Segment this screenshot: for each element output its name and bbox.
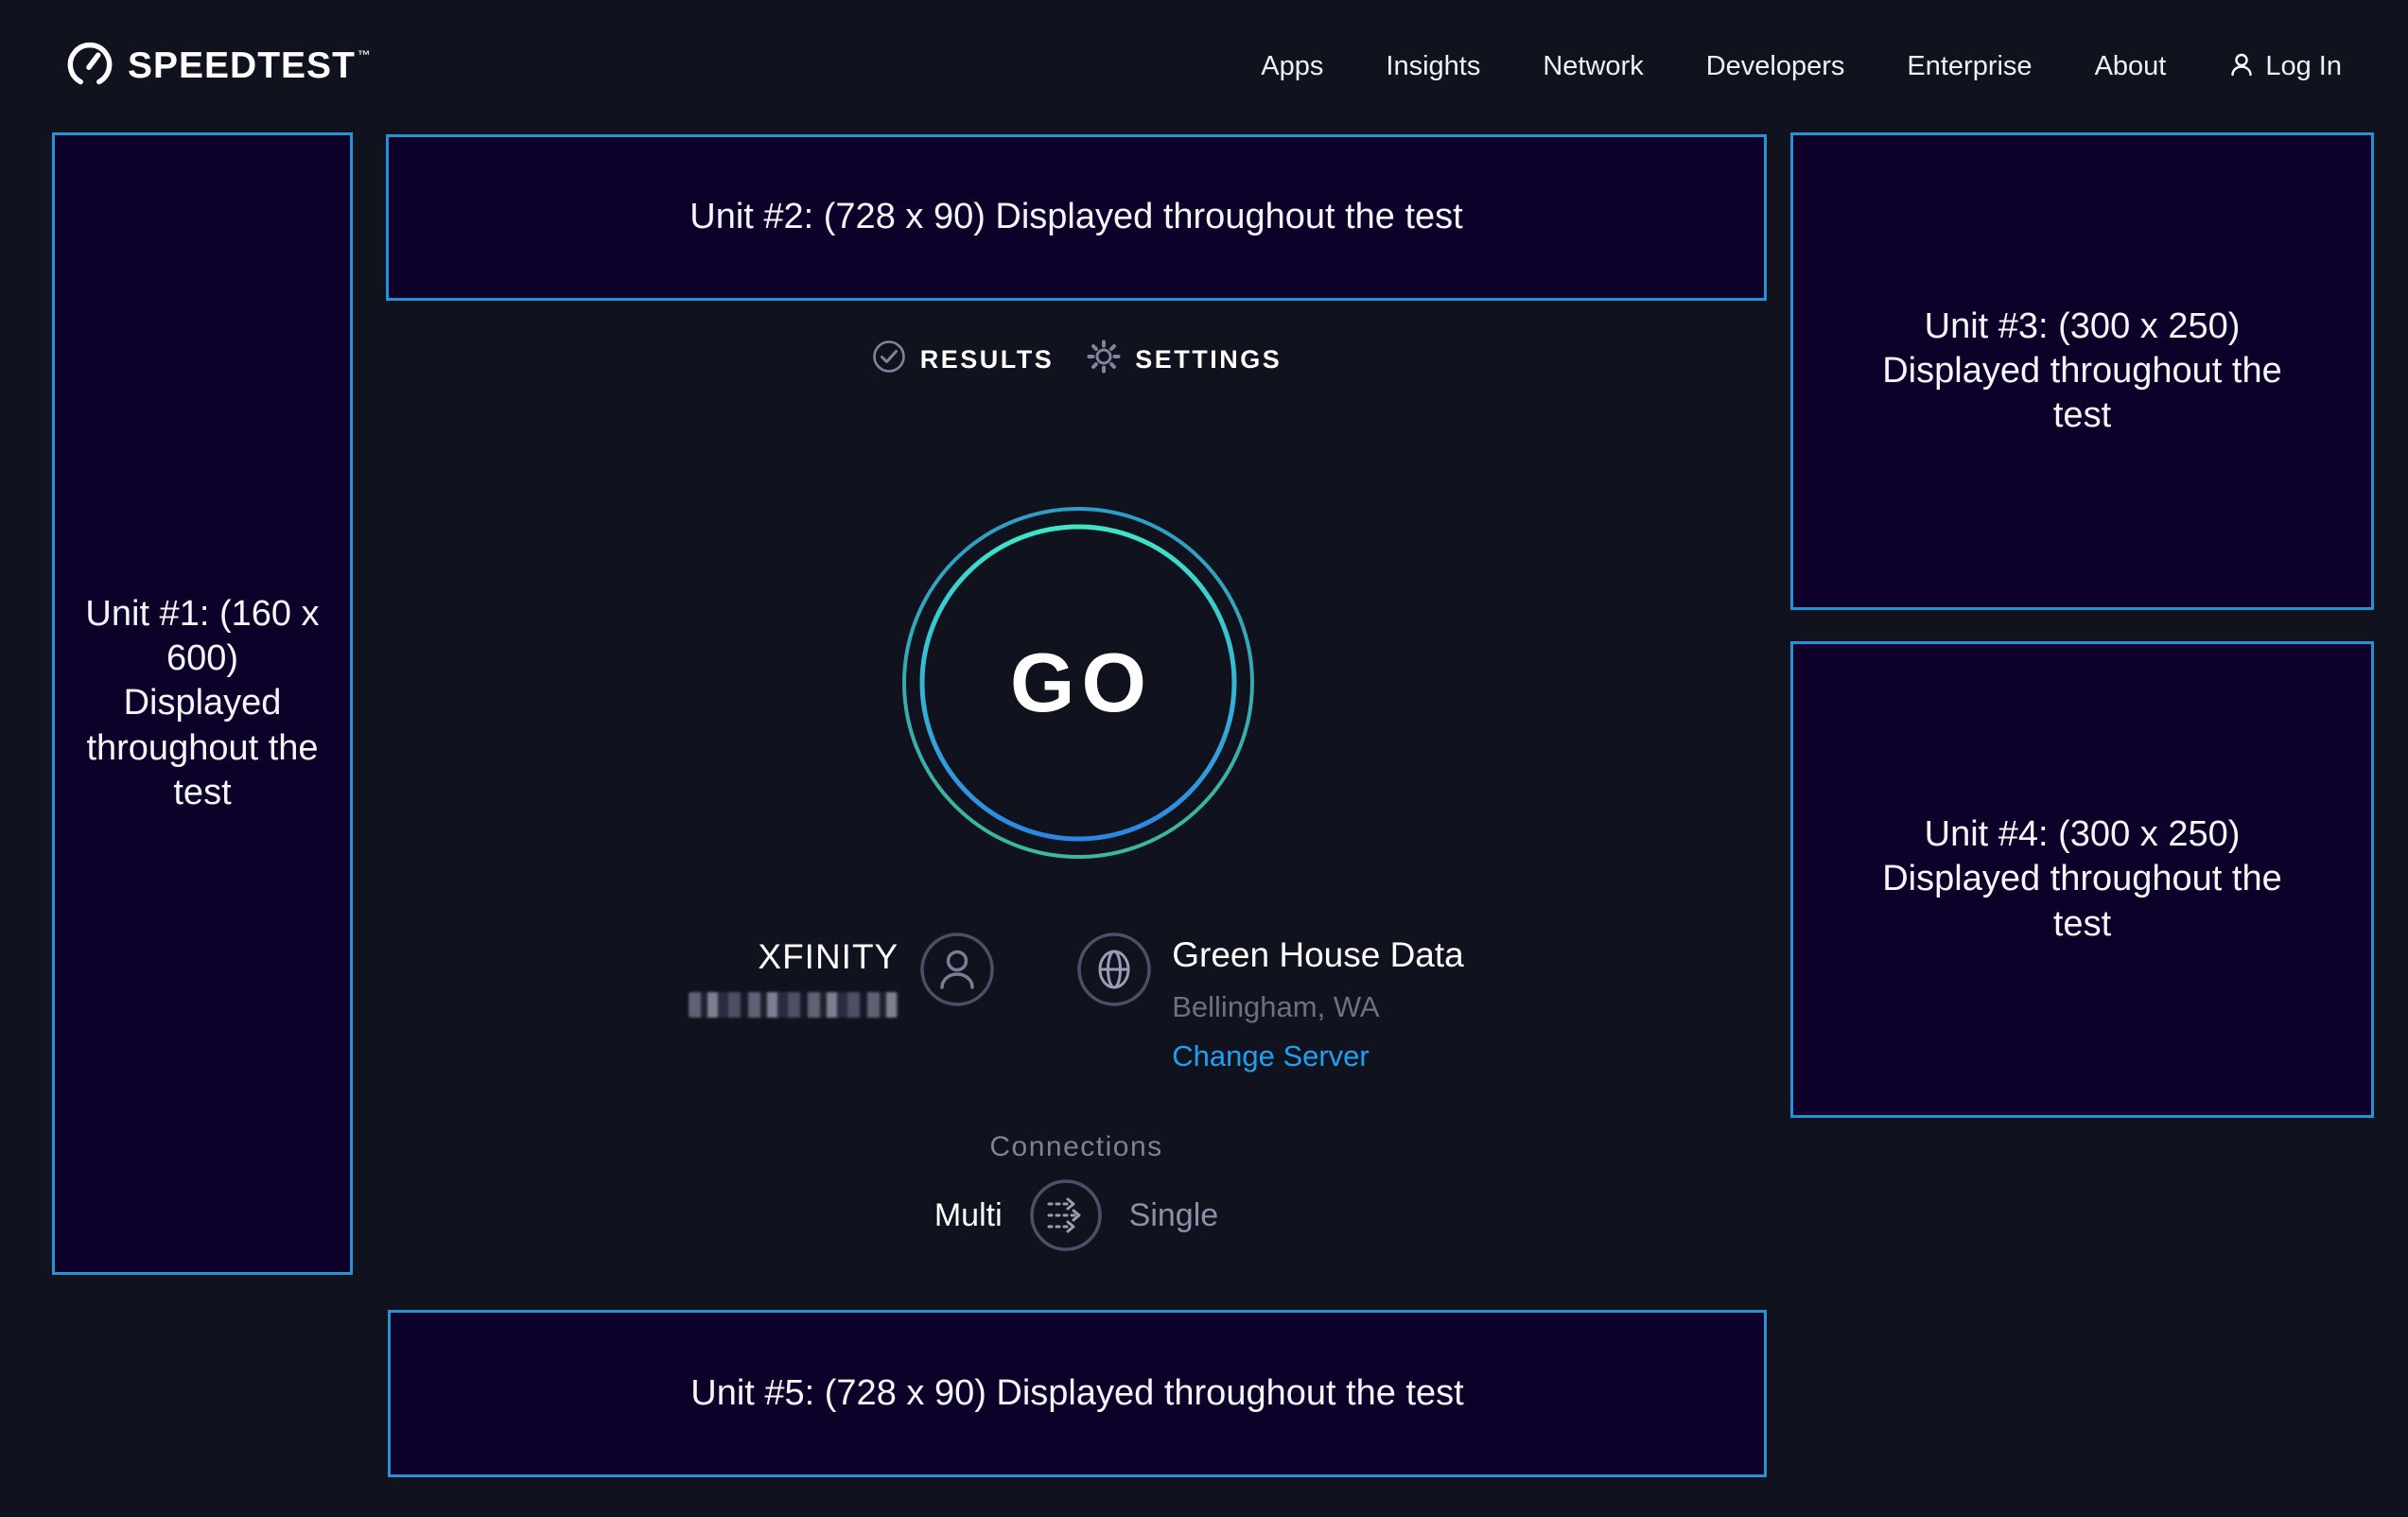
user-icon (2228, 51, 2255, 82)
connections-toggle-icon[interactable] (1029, 1178, 1103, 1252)
server-location: Bellingham, WA (1172, 990, 1464, 1024)
server-name: Green House Data (1172, 935, 1464, 975)
connections-toggle-row: Multi Single (934, 1178, 1218, 1252)
go-button[interactable]: GO (901, 506, 1255, 860)
ad-unit-2-leaderboard[interactable]: Unit #2: (728 x 90) Displayed throughout… (386, 134, 1767, 301)
nav-item-insights[interactable]: Insights (1386, 51, 1480, 82)
ad-unit-4-text: Unit #4: (300 x 250) Displayed throughou… (1875, 812, 2291, 946)
connections-section: Connections Multi Single (386, 1131, 1767, 1252)
isp-ip-redacted (689, 992, 899, 1018)
speedometer-icon (66, 41, 113, 93)
ad-unit-1-skyscraper[interactable]: Unit #1: (160 x 600) Displayed throughou… (52, 132, 353, 1275)
ad-unit-5-leaderboard[interactable]: Unit #5: (728 x 90) Displayed throughout… (388, 1310, 1767, 1477)
ad-unit-2-text: Unit #2: (728 x 90) Displayed throughout… (689, 195, 1462, 239)
server-texts: Green House Data Bellingham, WA Change S… (1172, 932, 1464, 1073)
logo-wordmark: SPEEDTEST (128, 45, 356, 87)
isp-name: XFINITY (758, 937, 899, 977)
nav-item-enterprise[interactable]: Enterprise (1907, 51, 2032, 82)
go-button-rings (901, 506, 1255, 860)
tab-settings[interactable]: SETTINGS (1086, 339, 1282, 381)
isp-texts: XFINITY (689, 932, 899, 1018)
ad-unit-3-text: Unit #3: (300 x 250) Displayed throughou… (1875, 305, 2291, 438)
ad-unit-3-rectangle[interactable]: Unit #3: (300 x 250) Displayed throughou… (1790, 132, 2374, 610)
change-server-link[interactable]: Change Server (1172, 1039, 1464, 1073)
nav-item-developers[interactable]: Developers (1706, 51, 1845, 82)
connections-label: Connections (989, 1131, 1162, 1163)
tab-settings-label: SETTINGS (1135, 345, 1282, 375)
connections-single-option[interactable]: Single (1129, 1197, 1219, 1234)
user-circle-icon (919, 932, 995, 1012)
gear-icon (1086, 339, 1122, 381)
ad-unit-1-text: Unit #1: (160 x 600) Displayed throughou… (84, 592, 321, 815)
ad-unit-4-rectangle[interactable]: Unit #4: (300 x 250) Displayed throughou… (1790, 641, 2374, 1118)
tab-results-label: RESULTS (920, 345, 1055, 375)
top-nav-bar: SPEEDTEST ™ Apps Insights Network Develo… (0, 0, 2408, 132)
logo-trademark: ™ (358, 47, 372, 62)
speedtest-logo[interactable]: SPEEDTEST ™ (66, 41, 372, 93)
server-info: Green House Data Bellingham, WA Change S… (1076, 932, 1464, 1073)
tab-results[interactable]: RESULTS (871, 339, 1055, 381)
isp-info: XFINITY (689, 932, 995, 1073)
nav-item-about[interactable]: About (2095, 51, 2167, 82)
nav-item-network[interactable]: Network (1543, 51, 1643, 82)
connections-multi-option[interactable]: Multi (934, 1197, 1003, 1234)
check-circle-icon (871, 339, 907, 381)
login-label: Log In (2265, 51, 2342, 82)
nav-item-apps[interactable]: Apps (1261, 51, 1323, 82)
nav-links: Apps Insights Network Developers Enterpr… (1261, 51, 2342, 82)
login-button[interactable]: Log In (2228, 51, 2342, 82)
globe-circle-icon (1076, 932, 1152, 1012)
ad-unit-5-text: Unit #5: (728 x 90) Displayed throughout… (690, 1371, 1463, 1416)
connection-info-row: XFINITY Green House Data Bellingham, WA … (386, 932, 1767, 1073)
results-settings-tabs: RESULTS SETTINGS (386, 339, 1767, 381)
